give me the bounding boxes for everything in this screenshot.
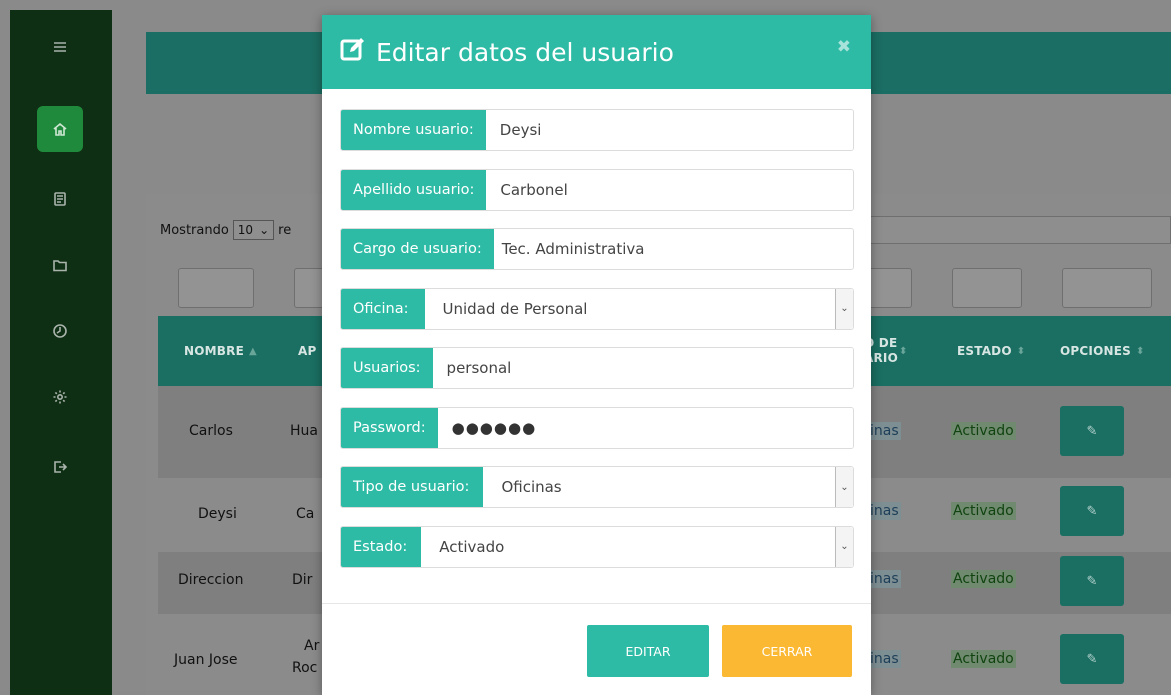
cell-tipo: inas xyxy=(868,570,901,588)
sort-icon: ⬍ xyxy=(1016,345,1026,357)
menu-icon[interactable] xyxy=(37,24,83,70)
header-opciones[interactable]: OPCIONES ⬍ xyxy=(1060,316,1145,386)
cell-apellido: Ar xyxy=(304,638,320,654)
cell-estado: Activado xyxy=(951,570,1016,588)
cell-nombre: Carlos xyxy=(189,423,233,439)
edit-icon: ✎ xyxy=(1086,651,1098,667)
field-estado: Estado: Activado ⌄ xyxy=(340,525,854,568)
column-filter-tipo[interactable] xyxy=(868,268,912,308)
column-filter-opciones[interactable] xyxy=(1062,268,1152,308)
edit-button[interactable]: ✎ xyxy=(1060,486,1124,536)
entries-select[interactable]: 10 ⌄ xyxy=(232,220,275,240)
chevron-down-icon: ⌄ xyxy=(835,526,853,567)
cell-apellido: Hua xyxy=(290,423,318,439)
editar-button[interactable]: EDITAR xyxy=(587,625,709,677)
cell-apellido: Ca xyxy=(296,506,315,522)
label-tipo-usuario: Tipo de usuario: xyxy=(341,467,484,507)
label-password: Password: xyxy=(341,407,438,448)
edit-button[interactable]: ✎ xyxy=(1060,406,1124,456)
column-filter-nombre[interactable] xyxy=(178,268,254,308)
nombre-usuario-input[interactable]: Deysi xyxy=(485,110,853,150)
label-nombre-usuario: Nombre usuario: xyxy=(341,110,486,150)
clock-icon[interactable] xyxy=(37,308,83,354)
column-filter-apellido[interactable] xyxy=(294,268,324,308)
cell-apellido: Roc xyxy=(292,660,318,676)
show-suffix: re xyxy=(278,222,292,238)
cerrar-button[interactable]: CERRAR xyxy=(722,625,852,677)
field-tipo-usuario: Tipo de usuario: Oficinas ⌄ xyxy=(340,466,854,508)
modal-footer: EDITAR CERRAR xyxy=(322,603,871,695)
column-filter-estado[interactable] xyxy=(952,268,1022,308)
entries-length-control: Mostrando 10 ⌄ re xyxy=(160,220,291,240)
sort-icon: ⬍ xyxy=(1135,345,1145,357)
edit-icon: ✎ xyxy=(1086,423,1098,439)
edit-icon: ✎ xyxy=(1086,573,1098,589)
estado-select[interactable]: Activado ⌄ xyxy=(421,526,853,567)
modal-header: Editar datos del usuario ✖ xyxy=(322,15,871,89)
folder-icon[interactable] xyxy=(37,242,83,288)
label-oficina: Oficina: xyxy=(341,288,425,329)
field-apellido-usuario: Apellido usuario: Carbonel xyxy=(340,168,854,211)
header-nombre[interactable]: NOMBRE ▲ xyxy=(184,316,257,386)
oficina-select[interactable]: Unidad de Personal ⌄ xyxy=(424,288,853,329)
cell-tipo: inas xyxy=(868,502,901,520)
modal-title: Editar datos del usuario xyxy=(340,36,674,68)
edit-button[interactable]: ✎ xyxy=(1060,634,1124,684)
label-cargo-usuario: Cargo de usuario: xyxy=(341,229,494,269)
cell-nombre: Juan Jose xyxy=(174,652,238,668)
cell-estado: Activado xyxy=(951,422,1016,440)
cell-nombre: Deysi xyxy=(198,506,237,522)
chevron-down-icon: ⌄ xyxy=(835,467,853,507)
sort-icon: ▲ xyxy=(248,345,257,357)
cell-nombre: Direccion xyxy=(178,572,244,588)
modal-body: Nombre usuario: Deysi Apellido usuario: … xyxy=(322,89,871,568)
logout-icon[interactable] xyxy=(37,444,83,490)
close-icon[interactable]: ✖ xyxy=(837,37,851,57)
edit-user-modal: Editar datos del usuario ✖ Nombre usuari… xyxy=(322,15,871,695)
label-estado: Estado: xyxy=(341,526,422,567)
header-estado[interactable]: ESTADO ⬍ xyxy=(957,316,1025,386)
chevron-down-icon: ⌄ xyxy=(259,223,270,237)
table-search-input[interactable] xyxy=(870,216,1171,244)
sidebar xyxy=(10,10,112,695)
document-icon[interactable] xyxy=(37,176,83,222)
label-usuarios: Usuarios: xyxy=(341,348,433,388)
header-apellido[interactable]: AP xyxy=(298,316,316,386)
home-icon[interactable] xyxy=(37,106,83,152)
field-nombre-usuario: Nombre usuario: Deysi xyxy=(340,109,854,151)
field-password: Password: ●●●●●● xyxy=(340,406,854,449)
apellido-usuario-input[interactable]: Carbonel xyxy=(486,169,853,210)
cell-tipo: inas xyxy=(868,422,901,440)
chevron-down-icon: ⌄ xyxy=(835,288,853,329)
entries-count: 10 xyxy=(237,223,254,237)
sort-icon: ⬍ xyxy=(899,345,908,357)
modal-title-text: Editar datos del usuario xyxy=(376,37,674,67)
edit-icon xyxy=(340,36,366,68)
cell-estado: Activado xyxy=(951,650,1016,668)
cell-estado: Activado xyxy=(951,502,1016,520)
edit-icon: ✎ xyxy=(1086,503,1098,519)
field-usuarios: Usuarios: personal xyxy=(340,347,854,389)
cell-tipo: inas xyxy=(868,650,901,668)
password-input[interactable]: ●●●●●● xyxy=(437,407,853,448)
edit-button[interactable]: ✎ xyxy=(1060,556,1124,606)
cargo-usuario-input[interactable]: Tec. Administrativa xyxy=(493,229,853,269)
field-oficina: Oficina: Unidad de Personal ⌄ xyxy=(340,287,854,330)
tipo-usuario-select[interactable]: Oficinas ⌄ xyxy=(483,467,853,507)
field-cargo-usuario: Cargo de usuario: Tec. Administrativa xyxy=(340,228,854,270)
label-apellido-usuario: Apellido usuario: xyxy=(341,169,487,210)
usuarios-input[interactable]: personal xyxy=(432,348,853,388)
show-prefix: Mostrando xyxy=(160,222,229,238)
gear-icon[interactable] xyxy=(37,374,83,420)
cell-apellido: Dir xyxy=(292,572,313,588)
